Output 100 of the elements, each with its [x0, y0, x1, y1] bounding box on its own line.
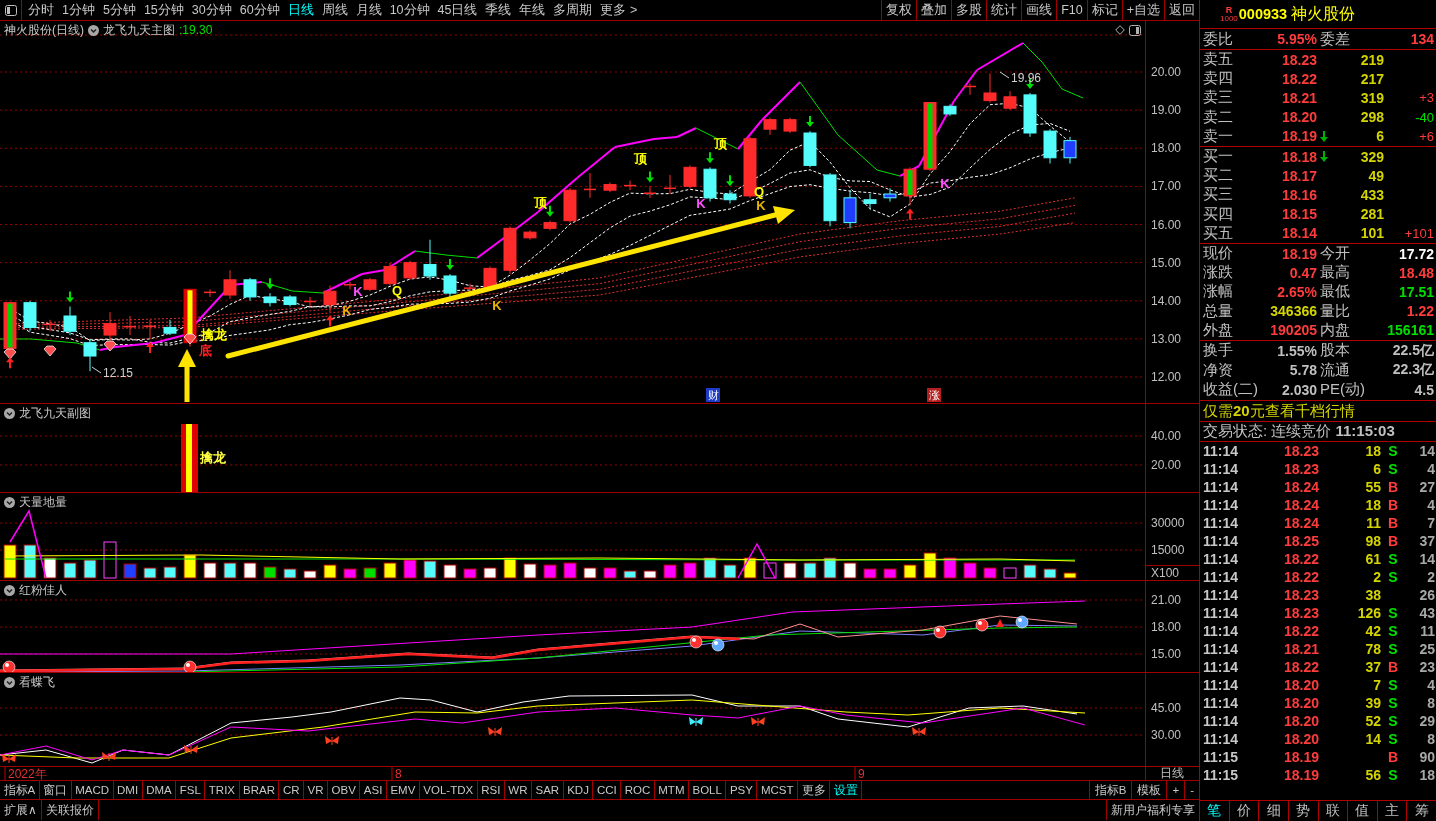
indicator-tab[interactable]: RSI — [477, 781, 505, 799]
axis-label: 14.00 — [1151, 293, 1182, 308]
toolbar-button[interactable]: 画线 — [1021, 0, 1057, 20]
indicator-tab[interactable]: 指标A — [0, 781, 40, 799]
period-tab[interactable]: 60分钟 — [235, 0, 284, 20]
field-value: 1.22 — [1406, 303, 1434, 320]
indicator-tab[interactable]: MTM — [654, 781, 689, 799]
axis-label: 30.00 — [1151, 728, 1182, 742]
period-tab[interactable]: 季线 — [481, 0, 516, 20]
quote-tab[interactable]: 笔 — [1200, 801, 1229, 821]
field-label: 最高 — [1319, 263, 1351, 283]
indicator-tab[interactable]: MCST — [757, 781, 798, 799]
field-value: 18.48 — [1398, 264, 1434, 281]
quote-tab[interactable]: 筹 — [1406, 801, 1436, 821]
period-tab[interactable]: 45日线 — [433, 0, 482, 20]
period-tab[interactable]: 5分钟 — [98, 0, 140, 20]
tick-time: 11:14 — [1203, 695, 1240, 711]
period-tab[interactable]: 1分钟 — [58, 0, 99, 20]
indicator-tab[interactable]: OBV — [328, 781, 361, 799]
indicator-tab[interactable]: CR — [279, 781, 305, 799]
tick-volume: 98 — [1365, 533, 1381, 549]
chart-annotation: K — [940, 175, 950, 191]
indicator-tab[interactable]: EMV — [386, 781, 420, 799]
period-tab[interactable]: 周线 — [317, 0, 352, 20]
field-value: 346366 — [1270, 303, 1317, 320]
quote-tab[interactable]: 联 — [1317, 801, 1348, 821]
indicator-button[interactable]: + — [1166, 781, 1185, 799]
indicator-tab[interactable]: SAR — [532, 781, 564, 799]
period-tab[interactable]: 多周期 — [549, 0, 597, 20]
period-tab[interactable]: 日线 — [283, 0, 318, 20]
period-tab[interactable]: 月线 — [351, 0, 386, 20]
indicator-tab[interactable]: DMA — [142, 781, 177, 799]
indicator-tab[interactable]: KDJ — [563, 781, 594, 799]
price-label: 12.15 — [103, 366, 134, 380]
tick-time: 11:14 — [1203, 623, 1240, 639]
chart-annotation: Q — [391, 282, 403, 298]
tick-count: 8 — [1427, 731, 1435, 747]
promo-link[interactable]: 新用户福利专享 — [1106, 800, 1199, 820]
panel-title: 龙飞九天副图 — [19, 404, 91, 422]
bottom-tab[interactable]: 关联报价 — [41, 800, 99, 820]
period-tab[interactable]: 15分钟 — [139, 0, 188, 20]
panel-icon[interactable] — [1129, 24, 1141, 36]
axis-label: 17.00 — [1151, 179, 1182, 194]
indicator-tab[interactable]: 更多 — [798, 781, 830, 799]
quote-tab[interactable]: 势 — [1287, 801, 1318, 821]
indicator-button[interactable]: - — [1184, 781, 1199, 799]
indicator-tab[interactable]: TRIX — [205, 781, 240, 799]
period-tab[interactable]: 年线 — [515, 0, 550, 20]
diamond-icon[interactable] — [1115, 25, 1125, 35]
quote-tab[interactable]: 值 — [1347, 801, 1377, 821]
indicator-tab[interactable]: BOLL — [688, 781, 727, 799]
toolbar-button[interactable]: 复权 — [881, 0, 917, 20]
toolbar-button[interactable]: +自选 — [1121, 0, 1164, 20]
indicator-tab[interactable]: DMI — [113, 781, 143, 799]
tick-volume: 56 — [1365, 767, 1381, 783]
toolbar-button[interactable]: F10 — [1056, 0, 1087, 20]
date-label: 8 — [395, 767, 402, 780]
tick-price: 18.22 — [1283, 659, 1319, 675]
toolbar-button[interactable]: 返回 — [1164, 0, 1199, 20]
tick-side: S — [1388, 713, 1398, 729]
quote-tab[interactable]: 主 — [1376, 801, 1407, 821]
chart-annotation: K — [353, 283, 363, 299]
indicator-tab[interactable]: VOL-TDX — [419, 781, 478, 799]
bottom-tab[interactable]: 扩展∧ — [0, 800, 42, 820]
period-tab[interactable]: 分时 — [24, 0, 58, 20]
indicator-button[interactable]: 指标B — [1088, 781, 1132, 799]
tick-count: 8 — [1427, 695, 1435, 711]
indicator-tab[interactable]: 窗口 — [39, 781, 72, 799]
axis-label: 19.00 — [1151, 103, 1182, 118]
promo-link[interactable]: 仅需20元查看千档行情 — [1203, 401, 1355, 421]
tick-time: 11:14 — [1203, 443, 1240, 459]
indicator-tab[interactable]: 设置 — [830, 781, 862, 799]
toolbar-button[interactable]: 统计 — [986, 0, 1022, 20]
indicator-tab[interactable]: BRAR — [239, 781, 280, 799]
indicator-tab[interactable]: FSL — [176, 781, 206, 799]
quote-tab[interactable]: 细 — [1258, 801, 1288, 821]
tick-count: 90 — [1419, 749, 1435, 765]
indicator-tab[interactable]: VR — [304, 781, 329, 799]
indicator-tab[interactable]: PSY — [726, 781, 758, 799]
order-volume: 49 — [1368, 167, 1384, 184]
indicator-tab[interactable]: ASI — [360, 781, 387, 799]
dropdown-icon[interactable] — [88, 24, 99, 36]
axis-label: 20.00 — [1151, 65, 1182, 80]
indicator-button[interactable]: 模板 — [1131, 781, 1167, 799]
toolbar-button[interactable]: 标记 — [1086, 0, 1122, 20]
quote-tab[interactable]: 价 — [1228, 801, 1259, 821]
tick-count: 25 — [1419, 641, 1435, 657]
tick-count: 14 — [1419, 443, 1435, 459]
indicator-tab[interactable]: CCI — [593, 781, 622, 799]
tick-price: 18.22 — [1283, 569, 1319, 585]
tick-side: S — [1388, 461, 1398, 477]
order-volume: 329 — [1360, 148, 1384, 165]
indicator-tab[interactable]: ROC — [621, 781, 655, 799]
toolbar-button[interactable]: 多股 — [951, 0, 987, 20]
period-tab[interactable]: 10分钟 — [385, 0, 434, 20]
period-tab[interactable]: 30分钟 — [187, 0, 236, 20]
period-tab[interactable]: 更多 > — [596, 0, 642, 20]
toolbar-button[interactable]: 叠加 — [916, 0, 952, 20]
indicator-tab[interactable]: WR — [504, 781, 532, 799]
indicator-tab[interactable]: MACD — [71, 781, 114, 799]
